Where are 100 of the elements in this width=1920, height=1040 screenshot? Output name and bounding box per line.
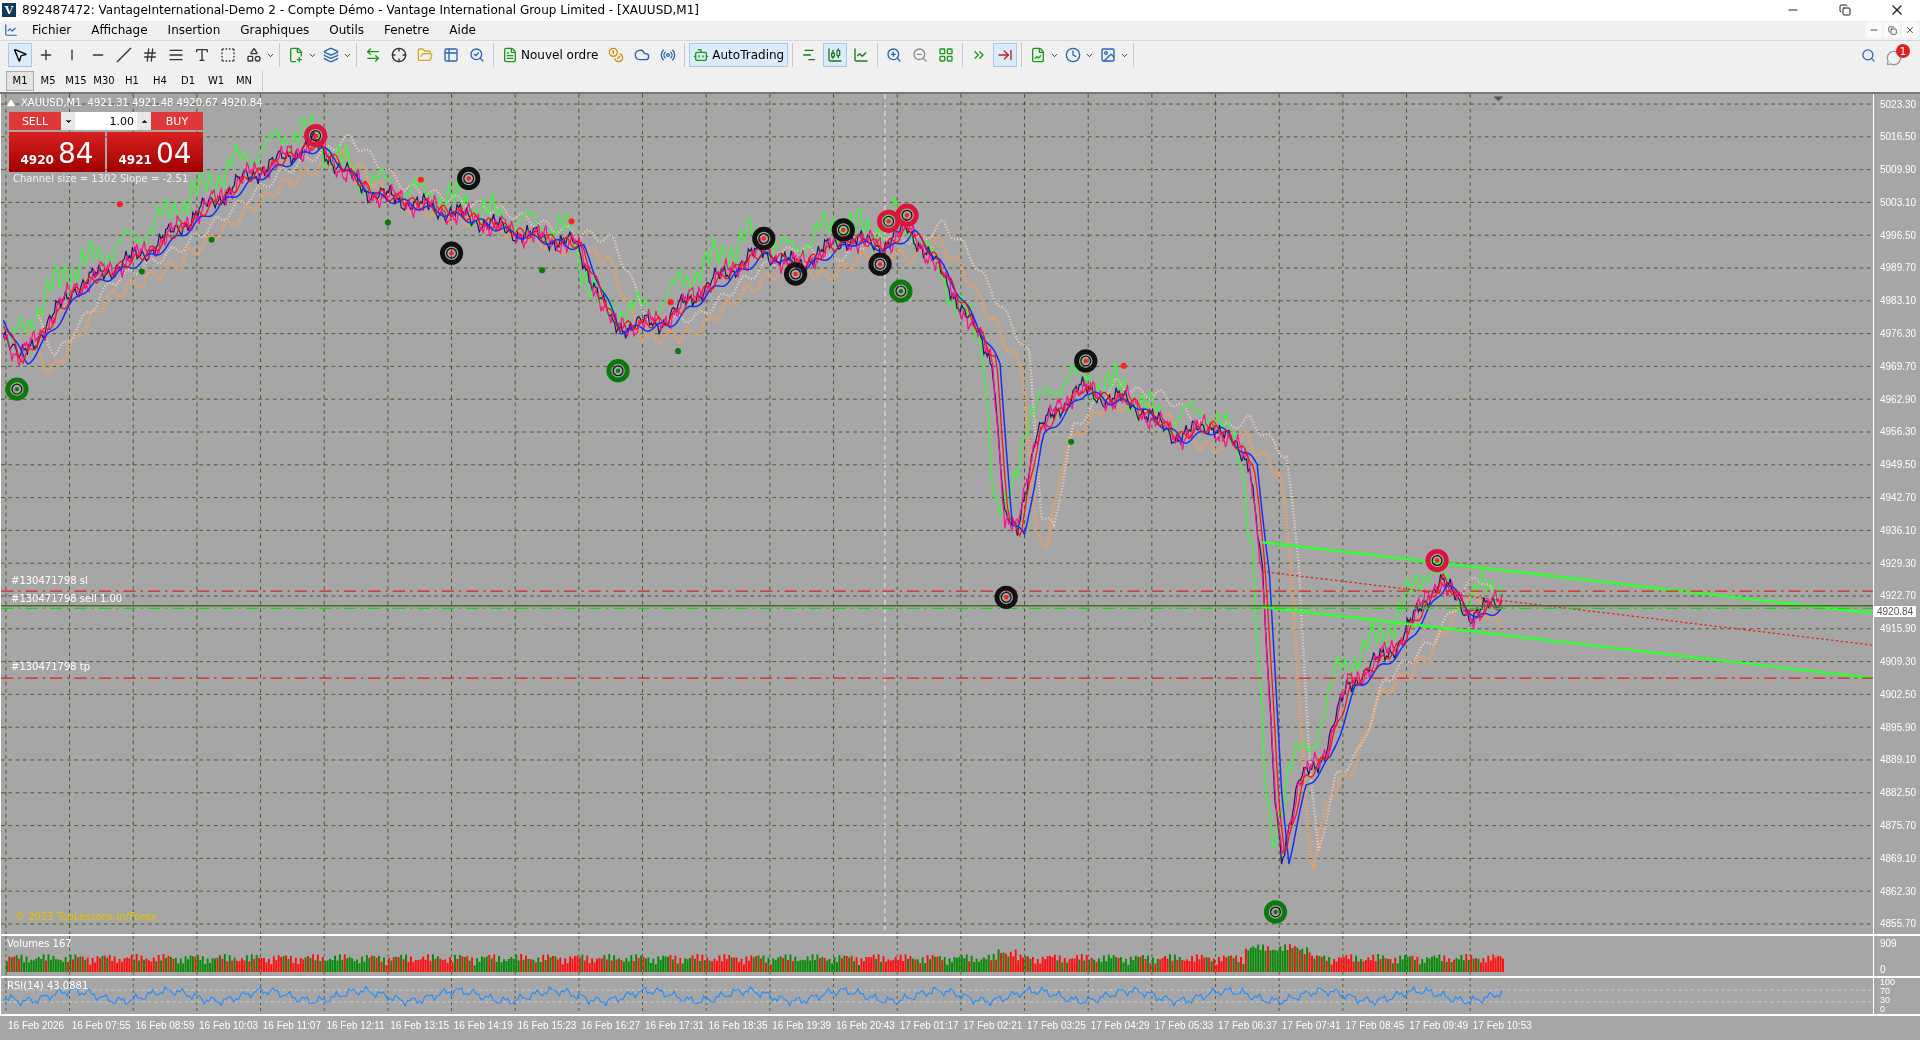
order-label: #130471798 sl [11,575,88,586]
menu-item[interactable]: Outils [319,23,374,38]
time-label: 16 Feb 13:15 [389,1019,451,1033]
rsi-label: RSI(14) 43.0881 [7,980,89,991]
time-label: 17 Feb 01:17 [898,1019,960,1033]
channel-info: Channel size = 1302 Slope = -2.51 [13,173,189,184]
restore-icon[interactable] [1884,22,1900,39]
price-tick: 4869.10 [1880,852,1917,864]
signal-marker-icon [1425,548,1449,573]
swing-dot-icon [1068,438,1075,445]
price-tick: 4962.90 [1880,393,1917,405]
menu-item[interactable]: Graphiques [230,23,320,38]
timeframe-button[interactable]: D1 [174,70,202,91]
time-label: 17 Feb 05:33 [1153,1019,1215,1033]
autotrading-icon [693,47,710,64]
price-tick: 4949.50 [1880,459,1917,471]
rsi-tick: 70 [1880,987,1890,996]
time-label: 16 Feb 10:03 [198,1019,259,1033]
signal-marker-icon [606,359,630,383]
timeframe-button[interactable]: M5 [34,70,62,91]
rsi-tick: 30 [1880,996,1890,1005]
swing-dot-icon [116,201,123,208]
time-label: 16 Feb 18:35 [707,1019,769,1033]
swing-dot-icon [568,218,575,225]
sell-button[interactable]: SELL [9,112,61,130]
timeframe-button[interactable]: MN [230,70,258,91]
order-label: #130471798 tp [11,661,91,672]
signal-marker-icon [831,218,855,242]
menu-item[interactable]: Fenetre [374,23,440,38]
toolbar-button[interactable]: Nouvel ordre [498,43,603,68]
price-tick: 4969.70 [1880,360,1917,372]
timeframe-button[interactable]: H1 [118,70,146,91]
volumes-label: Volumes 167 [7,938,72,949]
volume-tick: 0 [1880,963,1886,975]
time-label: 16 Feb 16:27 [580,1019,642,1033]
ask-price-button[interactable]: 4921 04 [107,132,203,172]
new-order-icon [502,47,518,64]
time-label: 17 Feb 09:49 [1408,1019,1470,1033]
price-tick: 4922.70 [1880,590,1917,602]
time-label: 16 Feb 20:43 [834,1019,896,1033]
toolbar-button[interactable]: AutoTrading [689,43,789,68]
signal-marker-icon [783,262,808,286]
close-icon[interactable] [1902,22,1918,39]
triangle-icon [7,98,15,107]
price-tick: 4989.70 [1880,262,1917,274]
buy-button[interactable]: BUY [151,112,203,130]
current-price-tag: 4920.84 [1874,606,1917,617]
auto-scroll-icon[interactable] [993,43,1018,68]
price-tick: 4895.90 [1880,721,1917,733]
price-tick: 4936.10 [1880,524,1917,536]
time-label: 16 Feb 12:11 [325,1019,386,1033]
volume-tick: 909 [1880,937,1897,949]
time-label: 16 Feb 07:55 [70,1019,132,1033]
price-tick: 4909.30 [1880,656,1917,668]
rsi-tick: 100 [1880,978,1896,987]
timeframe-button[interactable]: H4 [146,70,174,91]
app-logo: V [2,3,16,18]
signal-marker-icon [752,226,776,251]
ohlc-values: 4921.31 4921.48 4920.67 4920.84 [87,97,263,108]
signal-marker-icon [5,377,29,401]
price-tick: 4956.30 [1880,426,1917,438]
price-tick: 5009.90 [1880,164,1917,176]
search-icon[interactable] [1861,47,1876,63]
rsi-tick: 0 [1880,1005,1885,1014]
time-label: 16 Feb 2026 [7,1019,66,1033]
swing-dot-icon [539,267,546,274]
timeframe-button[interactable]: M30 [90,70,118,91]
price-tick: 4929.30 [1880,557,1917,569]
price-tick: 4875.70 [1880,820,1917,832]
price-tick: 4855.70 [1880,918,1917,930]
signal-marker-icon [1263,900,1288,924]
swing-dot-icon [675,348,682,355]
swing-dot-icon [138,268,145,275]
triangle-icon [1493,96,1504,102]
signal-marker-icon [994,585,1018,609]
signal-marker-icon [895,203,919,227]
menu-item[interactable]: Insertion [157,23,231,38]
menu-item[interactable]: Affichage [81,23,158,38]
time-label: 16 Feb 19:39 [771,1019,833,1033]
price-tick: 5016.50 [1880,131,1917,143]
window-title: 892487472: VantageInternational-Demo 2 - Compte Démo - Vantage International Group Limited - [XAUUSD,M1] [22,3,700,18]
signal-marker-icon [1074,349,1098,373]
timeframe-button[interactable]: M15 [62,70,90,91]
signal-marker-icon [877,209,901,233]
swing-dot-icon [417,176,424,183]
bid-price-button[interactable]: 4920 84 [9,132,105,172]
swing-dot-icon [667,299,674,306]
timeframe-button[interactable]: M1 [6,70,34,91]
pointer-icon[interactable] [8,43,32,68]
timeframe-button[interactable]: W1 [202,70,230,91]
price-tick: 4942.70 [1880,492,1917,504]
menu-item[interactable]: Fichier [22,23,82,38]
time-label: 17 Feb 06:37 [1217,1019,1278,1033]
signal-marker-icon [439,241,464,265]
signal-marker-icon [889,279,913,303]
candlestick-icon[interactable] [823,43,848,68]
menu-item[interactable]: Aide [439,23,486,38]
price-tick: 4882.50 [1880,787,1917,799]
swing-dot-icon [208,236,215,243]
lot-size-field[interactable]: 1.00 [75,112,137,130]
